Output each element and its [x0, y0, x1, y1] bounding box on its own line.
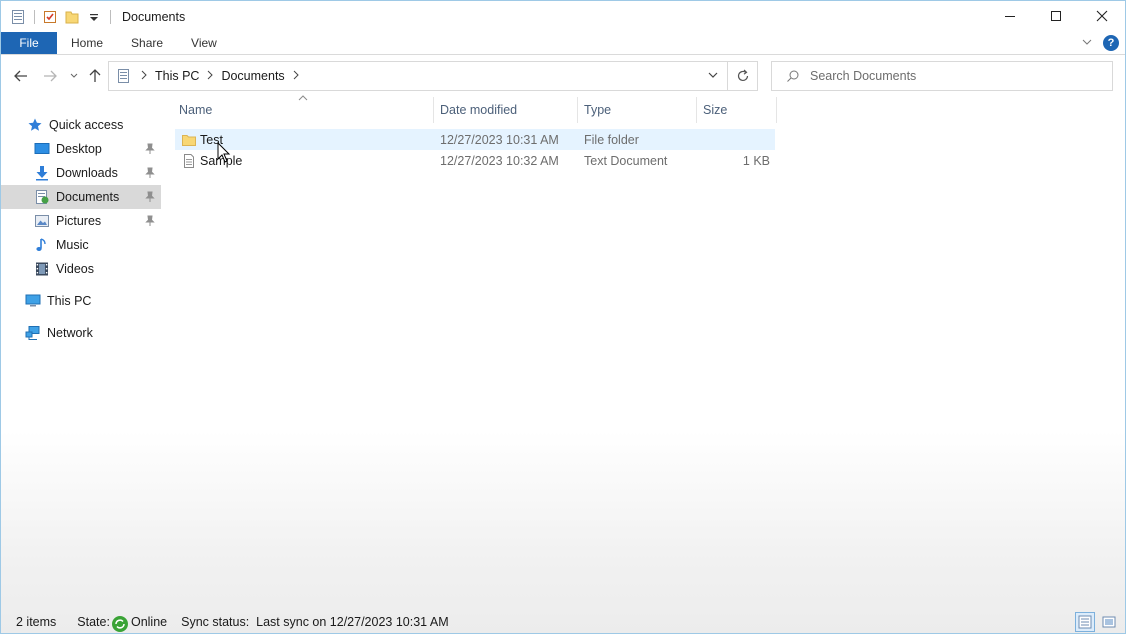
- documents-location-icon: [115, 68, 131, 84]
- pin-icon[interactable]: [145, 191, 155, 203]
- breadcrumb-documents[interactable]: Documents: [221, 69, 284, 83]
- expand-ribbon-chevron-icon[interactable]: [1081, 36, 1093, 51]
- customize-toolbar-dropdown-icon[interactable]: [86, 9, 102, 25]
- mouse-cursor-icon: [217, 141, 231, 167]
- sidebar-item-label: Quick access: [49, 118, 124, 132]
- sidebar-item-music[interactable]: Music: [1, 233, 161, 257]
- breadcrumb-chevron-icon[interactable]: [206, 70, 214, 83]
- sidebar-item-pictures[interactable]: Pictures: [1, 209, 161, 233]
- close-button[interactable]: [1079, 1, 1125, 31]
- sidebar-item-label: Videos: [56, 262, 94, 276]
- back-button[interactable]: [12, 67, 30, 85]
- toolbar-separator: [34, 10, 35, 24]
- minimize-button[interactable]: [987, 1, 1033, 31]
- item-count: 2 items: [16, 615, 57, 629]
- refresh-button[interactable]: [728, 61, 758, 91]
- pictures-folder-icon: [34, 213, 50, 229]
- folder-icon: [181, 129, 197, 150]
- star-icon: [27, 117, 43, 133]
- sidebar-item-this-pc[interactable]: This PC: [1, 289, 161, 313]
- sidebar-item-quick-access[interactable]: Quick access: [1, 113, 161, 137]
- recent-locations-dropdown[interactable]: [65, 67, 83, 85]
- maximize-button[interactable]: [1033, 1, 1079, 31]
- search-box[interactable]: [771, 61, 1113, 91]
- sidebar-item-videos[interactable]: Videos: [1, 257, 161, 281]
- sidebar-item-label: Downloads: [56, 166, 118, 180]
- new-folder-icon[interactable]: [64, 9, 80, 25]
- documents-folder-icon: [34, 189, 50, 205]
- search-input[interactable]: [810, 69, 1100, 83]
- sidebar-item-desktop[interactable]: Desktop: [1, 137, 161, 161]
- address-bar[interactable]: This PC Documents: [108, 61, 728, 91]
- pin-icon[interactable]: [145, 167, 155, 179]
- sidebar-item-label: Pictures: [56, 214, 102, 228]
- tab-home[interactable]: Home: [57, 32, 117, 54]
- properties-icon[interactable]: [42, 9, 58, 25]
- file-size: 1 KB: [742, 153, 770, 168]
- sidebar-item-label: Desktop: [56, 142, 102, 156]
- sidebar-item-network[interactable]: Network: [1, 321, 161, 345]
- network-icon: [25, 325, 41, 341]
- file-date: 12/27/2023 10:31 AM: [440, 132, 559, 147]
- navigation-bar: This PC Documents: [1, 59, 1125, 93]
- large-icons-view-icon[interactable]: [1099, 612, 1119, 632]
- pin-icon[interactable]: [145, 215, 155, 227]
- pin-icon[interactable]: [145, 143, 155, 155]
- ribbon-tabs: File Home Share View ?: [1, 32, 1125, 55]
- sidebar-item-downloads[interactable]: Downloads: [1, 161, 161, 185]
- file-size: [703, 129, 770, 150]
- computer-icon: [25, 293, 41, 309]
- sync-status: Sync status: Last sync on 12/27/2023 10:…: [181, 615, 449, 629]
- window-title: Documents: [122, 10, 186, 24]
- file-type: Text Document: [584, 153, 668, 168]
- desktop-folder-icon: [34, 141, 50, 157]
- document-app-icon[interactable]: [10, 9, 26, 25]
- tab-share[interactable]: Share: [117, 32, 177, 54]
- table-row[interactable]: Sample 12/27/2023 10:32 AM Text Document…: [175, 150, 775, 171]
- file-explorer-window: Documents File Home Share View ? This PC…: [0, 0, 1126, 634]
- toolbar-separator: [110, 10, 111, 24]
- tab-view[interactable]: View: [177, 32, 231, 54]
- help-button[interactable]: ?: [1103, 35, 1119, 51]
- breadcrumb-this-pc[interactable]: This PC: [155, 69, 199, 83]
- state-label: State:: [77, 615, 110, 629]
- breadcrumb-chevron-icon[interactable]: [140, 70, 148, 83]
- file-date: 12/27/2023 10:32 AM: [440, 153, 559, 168]
- film-icon: [34, 261, 50, 277]
- column-header-type[interactable]: Type: [578, 97, 697, 123]
- sidebar-item-label: Documents: [56, 190, 120, 204]
- status-bar: 2 items State: Online Sync status: Last …: [1, 609, 1125, 633]
- breadcrumb-chevron-icon[interactable]: [292, 70, 300, 83]
- file-list: Test 12/27/2023 10:31 AM File folder Sam…: [175, 129, 775, 171]
- tab-file[interactable]: File: [1, 32, 57, 54]
- search-icon: [786, 69, 800, 83]
- sidebar-item-documents[interactable]: Documents: [1, 185, 161, 209]
- state-value: Online: [130, 615, 168, 629]
- column-header-name[interactable]: Name: [173, 97, 434, 123]
- table-row[interactable]: Test 12/27/2023 10:31 AM File folder: [175, 129, 775, 150]
- text-file-icon: [181, 150, 197, 171]
- column-header-date-modified[interactable]: Date modified: [434, 97, 578, 123]
- up-button[interactable]: [86, 67, 104, 85]
- forward-button[interactable]: [41, 67, 59, 85]
- column-header-size[interactable]: Size: [697, 97, 777, 123]
- sidebar-item-label: Music: [56, 238, 89, 252]
- file-type: File folder: [584, 132, 639, 147]
- navigation-pane: Quick access Desktop Downloads Documents: [1, 113, 161, 345]
- music-note-icon: [34, 237, 50, 253]
- address-history-chevron-icon[interactable]: [707, 69, 719, 84]
- quick-access-toolbar: [10, 9, 118, 25]
- details-view-icon[interactable]: [1075, 612, 1095, 632]
- sync-online-icon: [111, 616, 128, 632]
- download-arrow-icon: [34, 165, 50, 181]
- sidebar-item-label: This PC: [47, 294, 92, 308]
- title-bar: Documents: [1, 1, 1125, 33]
- sidebar-item-label: Network: [47, 326, 93, 340]
